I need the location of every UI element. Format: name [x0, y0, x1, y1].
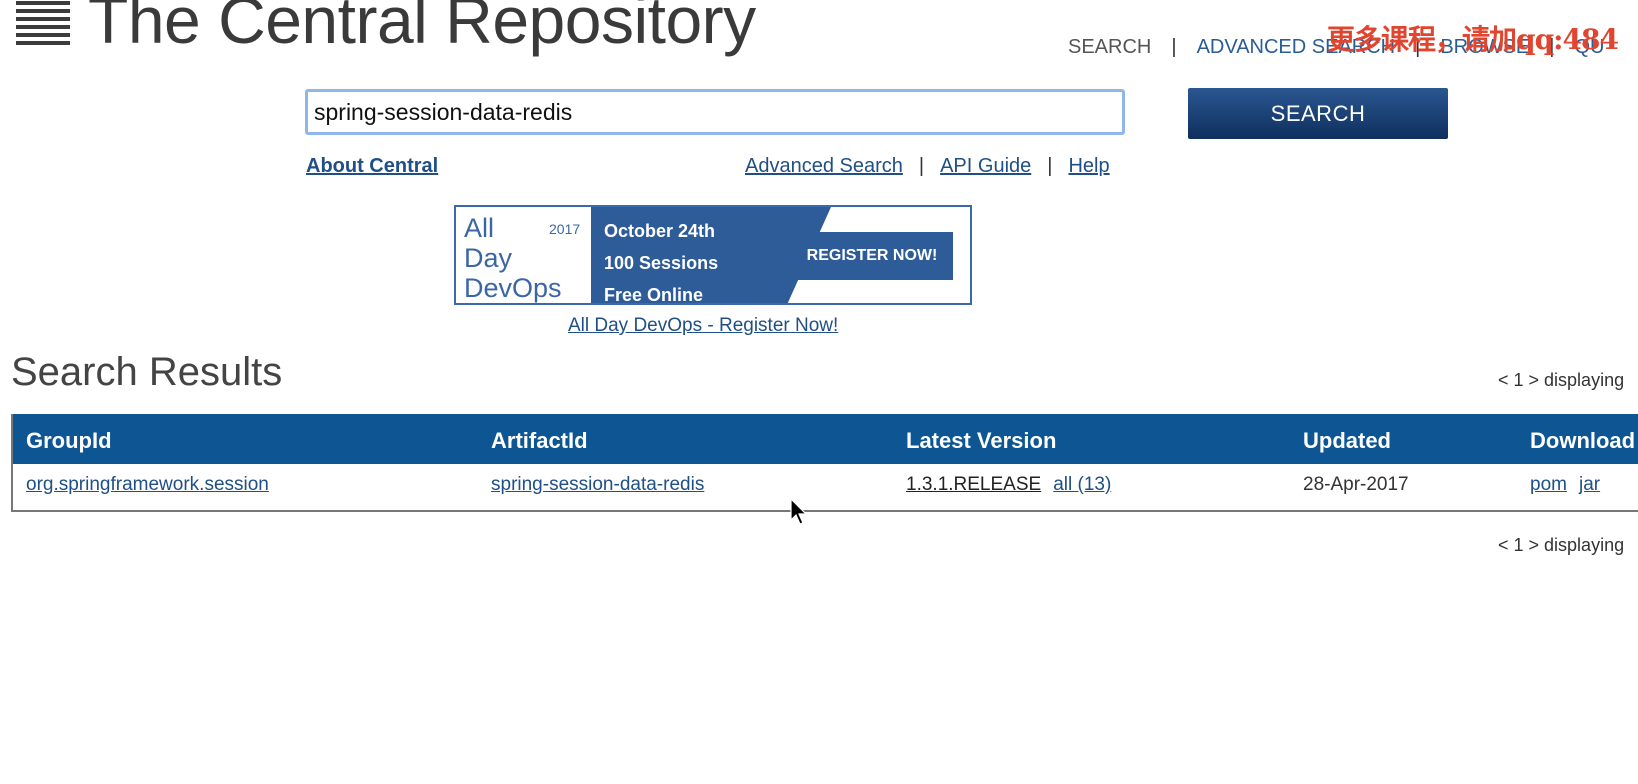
advanced-search-link[interactable]: Advanced Search	[745, 155, 903, 177]
banner-details: October 24th 100 Sessions Free Online	[604, 215, 719, 305]
link-separator: |	[918, 155, 925, 177]
results-table: GroupId ArtifactId Latest Version Update…	[11, 414, 1638, 512]
api-guide-link[interactable]: API Guide	[940, 155, 1031, 177]
all-versions-link[interactable]: all (13)	[1053, 474, 1111, 495]
banner-date: October 24th	[604, 221, 716, 241]
artifact-id-link[interactable]: spring-session-data-redis	[491, 474, 704, 495]
updated-date: 28-Apr-2017	[1303, 474, 1409, 495]
repository-logo-icon	[16, 1, 70, 45]
mouse-cursor-icon	[790, 498, 808, 525]
table-header: GroupId ArtifactId Latest Version Update…	[13, 414, 1638, 464]
search-input[interactable]	[305, 89, 1125, 135]
banner-logo-line: DevOps	[464, 273, 562, 303]
nav-separator: |	[1171, 36, 1177, 58]
pager-top[interactable]: < 1 > displaying	[1498, 370, 1624, 391]
search-button[interactable]: SEARCH	[1188, 88, 1448, 139]
all-day-devops-banner[interactable]: All Day DevOps 2017 October 24th 100 Ses…	[454, 205, 972, 305]
help-links: Advanced Search | API Guide | Help	[745, 155, 1110, 178]
link-separator: |	[1047, 155, 1053, 177]
table-row: org.springframework.session spring-sessi…	[13, 464, 1638, 510]
site-title: The Central Repository	[88, 0, 756, 57]
download-jar-link[interactable]: jar	[1579, 474, 1600, 495]
banner-sessions: 100 Sessions	[604, 253, 719, 273]
column-download: Download	[1530, 428, 1636, 453]
about-central-link[interactable]: About Central	[306, 155, 438, 178]
register-now-link[interactable]: All Day DevOps - Register Now!	[568, 315, 838, 337]
group-id-link[interactable]: org.springframework.session	[26, 474, 269, 495]
register-now-button[interactable]: REGISTER NOW!	[791, 232, 953, 280]
latest-version-link[interactable]: 1.3.1.RELEASE	[906, 474, 1041, 495]
column-groupid[interactable]: GroupId	[26, 428, 112, 454]
banner-free: Free Online	[604, 285, 704, 305]
help-link[interactable]: Help	[1068, 155, 1109, 177]
download-pom-link[interactable]: pom	[1530, 474, 1567, 495]
watermark-overlay: 更多课程，请加qq:484	[1327, 23, 1619, 56]
banner-logo: All Day DevOps	[464, 213, 562, 303]
column-updated[interactable]: Updated	[1303, 428, 1391, 454]
results-title: Search Results	[11, 350, 283, 394]
banner-year: 2017	[549, 221, 581, 237]
banner-logo-line: All	[464, 213, 495, 243]
nav-search[interactable]: SEARCH	[1068, 36, 1151, 58]
pager-bottom[interactable]: < 1 > displaying	[1498, 535, 1624, 556]
column-artifactid[interactable]: ArtifactId	[491, 428, 588, 454]
banner-logo-line: Day	[464, 243, 513, 273]
column-latest-version[interactable]: Latest Version	[906, 428, 1056, 454]
